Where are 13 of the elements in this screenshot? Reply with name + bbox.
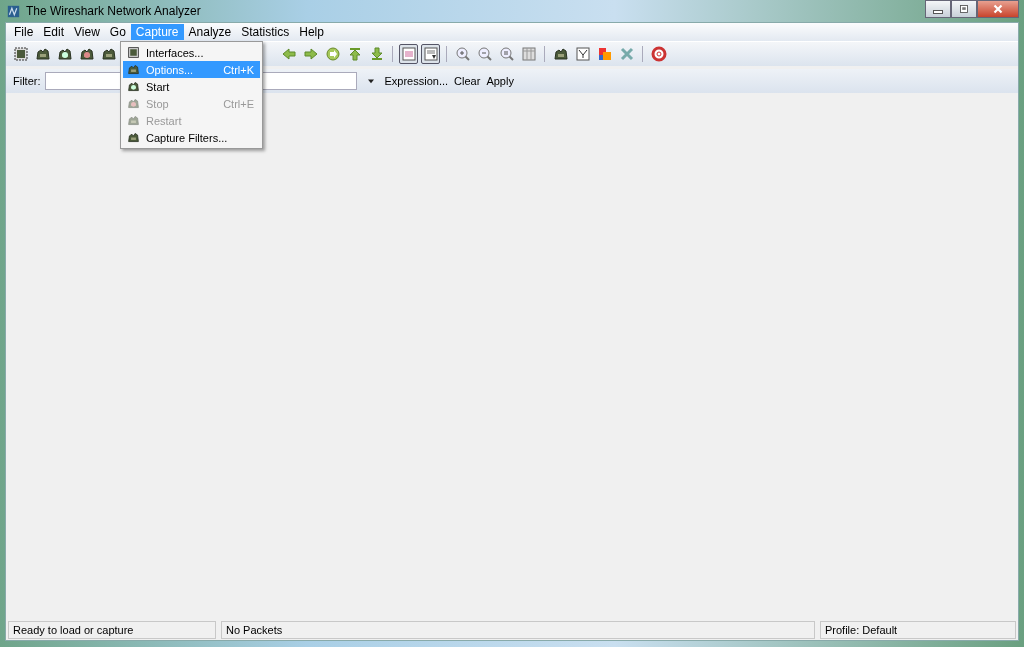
window-title: The Wireshark Network Analyzer	[26, 4, 201, 18]
filter-label: Filter:	[13, 75, 41, 87]
shortcut-label: Ctrl+E	[223, 97, 254, 110]
status-text: Ready to load or capture	[8, 621, 216, 639]
menu-entry-label: Restart	[146, 114, 182, 127]
menu-entry-label: Options...	[146, 63, 194, 76]
menu-entry-label: Start	[146, 80, 170, 93]
status-text: Profile: Default	[820, 621, 1016, 639]
shortcut-label: Ctrl+K	[223, 63, 254, 76]
menu-entry-label: Interfaces...	[146, 46, 204, 59]
status-text: No Packets	[221, 621, 815, 639]
menu-entry-label: Capture Filters...	[146, 131, 228, 144]
menu-entry-label: Stop	[146, 97, 169, 110]
